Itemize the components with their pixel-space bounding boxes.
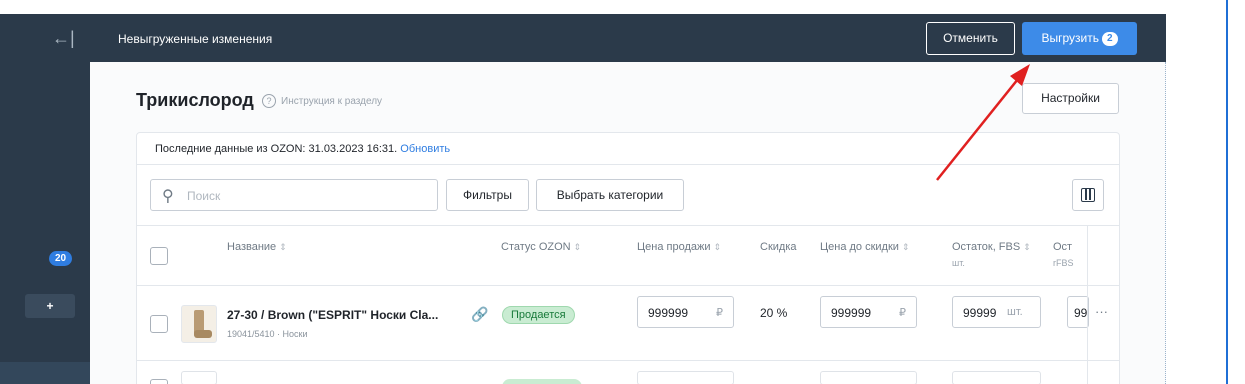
main-panel: Трикислород ? Инструкция к разделу Настро… — [90, 62, 1166, 384]
column-header-label: Цена до скидки — [820, 241, 899, 253]
help-label: Инструкция к разделу — [281, 96, 383, 107]
export-count-badge: 2 — [1101, 31, 1118, 46]
product-thumbnail — [181, 371, 217, 384]
search-placeholder: Поиск — [187, 189, 221, 203]
export-button-label: Выгрузить — [1041, 31, 1099, 45]
product-name[interactable]: 27-30 / Brown ("ESPRIT" Носки Cla... — [227, 308, 438, 322]
page-title: Трикислород — [136, 90, 254, 110]
price-before-unit: ₽ — [899, 307, 906, 319]
sort-icon: ⇕ — [279, 242, 287, 252]
divider — [137, 225, 1119, 226]
column-header-label: Цена продажи — [637, 241, 711, 253]
column-header-unit: шт. — [952, 258, 965, 268]
column-header-discount: Скидка — [760, 241, 797, 253]
status-badge: Продается — [502, 306, 575, 324]
stock-value: 99999 — [963, 306, 997, 320]
cancel-button[interactable]: Отменить — [926, 22, 1015, 55]
sidebar-add-button[interactable]: + — [25, 294, 75, 318]
update-info: Последние данные из OZON: 31.03.2023 16:… — [155, 143, 450, 155]
column-header-label: Остаток, FBS — [952, 241, 1021, 253]
stock-rfbs-value: 99 — [1074, 306, 1088, 320]
topbar-title: Невыгруженные изменения — [118, 32, 273, 46]
divider — [137, 360, 1119, 361]
collapse-left-icon[interactable]: ←| — [52, 28, 75, 49]
column-header-stock-fbs[interactable]: Остаток, FBS ⇕ шт. — [952, 241, 1031, 268]
more-icon[interactable]: ··· — [1095, 304, 1108, 319]
search-input[interactable]: ⚲ Поиск — [150, 179, 438, 211]
sidebar-bottom-item[interactable] — [0, 362, 90, 384]
sort-icon: ⇕ — [573, 242, 582, 252]
column-header-stock-rfbs[interactable]: Ост rFBS — [1053, 241, 1087, 268]
price-input[interactable] — [637, 371, 734, 384]
export-button[interactable]: Выгрузить 2 — [1022, 22, 1137, 55]
stock-fbs-input[interactable]: 99999 шт. — [952, 296, 1041, 328]
stock-unit: шт. — [1007, 306, 1023, 318]
columns-icon — [1081, 188, 1095, 202]
column-header-label: Название — [227, 241, 277, 253]
column-header-label: Ост — [1053, 241, 1073, 253]
price-unit: ₽ — [716, 307, 723, 319]
app-window: ←| 20 + Невыгруженные изменения Отменить… — [0, 14, 1166, 384]
sort-icon: ⇕ — [713, 242, 722, 252]
product-sku: 19041/5410 · Носки — [227, 329, 308, 339]
column-header-label: Скидка — [760, 241, 797, 253]
screenshot-frame: ←| 20 + Невыгруженные изменения Отменить… — [0, 0, 1245, 384]
price-before-input[interactable]: 999999 ₽ — [820, 296, 917, 328]
price-input[interactable]: 999999 ₽ — [637, 296, 734, 328]
price-value: 999999 — [648, 306, 689, 320]
row-checkbox[interactable] — [150, 379, 168, 384]
sidebar-count-badge: 20 — [49, 251, 73, 266]
column-header-name[interactable]: Название ⇕ — [227, 241, 287, 253]
filters-button[interactable]: Фильтры — [446, 179, 529, 211]
divider — [137, 285, 1119, 286]
divider — [137, 164, 1119, 165]
topbar: Невыгруженные изменения Отменить Выгрузи… — [90, 14, 1166, 62]
update-link[interactable]: Обновить — [400, 143, 450, 155]
help-link[interactable]: ? Инструкция к разделу — [262, 94, 382, 108]
sidebar: ←| 20 + — [0, 14, 90, 384]
discount-value: 20 % — [760, 306, 788, 320]
stock-rfbs-input[interactable]: 99 — [1067, 296, 1089, 328]
column-header-unit: rFBS — [1053, 258, 1074, 268]
products-card: Последние данные из OZON: 31.03.2023 16:… — [136, 132, 1120, 384]
link-icon[interactable]: 🔗 — [471, 306, 488, 323]
product-thumbnail — [181, 305, 217, 343]
sort-icon: ⇕ — [902, 242, 910, 252]
search-icon: ⚲ — [162, 188, 174, 205]
select-categories-button[interactable]: Выбрать категории — [536, 179, 684, 211]
status-badge — [502, 379, 582, 384]
question-icon: ? — [262, 94, 276, 108]
settings-button[interactable]: Настройки — [1022, 83, 1119, 114]
columns-button[interactable] — [1072, 179, 1104, 211]
price-before-input[interactable] — [820, 371, 917, 384]
sort-icon: ⇕ — [1023, 242, 1031, 252]
column-header-status[interactable]: Статус OZON ⇕ — [501, 241, 581, 253]
price-before-value: 999999 — [831, 306, 872, 320]
page-edge-line — [1226, 0, 1228, 384]
sock-foot — [194, 330, 212, 338]
column-header-price-before[interactable]: Цена до скидки ⇕ — [820, 241, 910, 253]
select-all-checkbox[interactable] — [150, 247, 168, 265]
column-header-label: Статус OZON — [501, 241, 571, 253]
row-checkbox[interactable] — [150, 315, 168, 333]
column-header-price[interactable]: Цена продажи ⇕ — [637, 241, 721, 253]
update-text: Последние данные из OZON: 31.03.2023 16:… — [155, 143, 398, 155]
stock-fbs-input[interactable] — [952, 371, 1041, 384]
